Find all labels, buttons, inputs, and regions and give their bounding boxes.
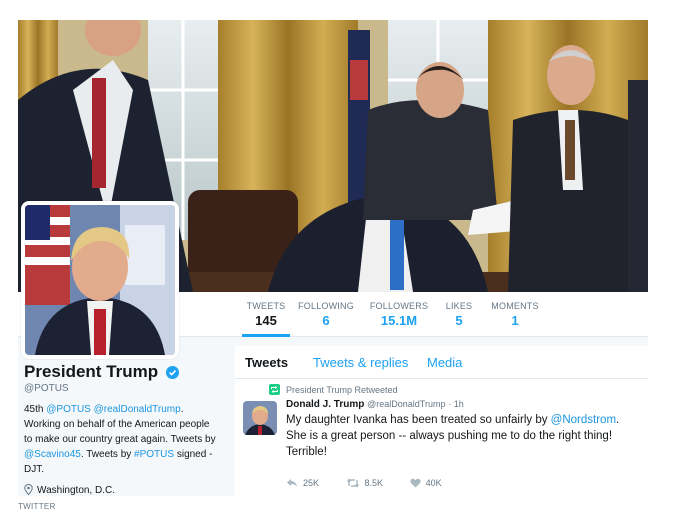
image-caption: TWITTER [18,502,56,511]
bio-hashtag-potus[interactable]: #POTUS [134,449,174,460]
location-text: Washington, D.C. [37,485,115,496]
nav-moments-label: MOMENTS [491,301,539,311]
tweet-item[interactable]: President Trump Retweeted Donald J. Trum… [235,379,648,496]
tab-tweets[interactable]: Tweets [245,355,288,370]
retweet-icon [346,478,359,488]
nav-likes-label: LIKES [445,301,473,311]
nav-following-value: 6 [322,313,330,328]
reply-count: 25K [303,478,320,488]
retweet-icon [269,384,280,395]
nav-following[interactable]: FOLLOWING 6 [298,292,354,336]
tab-media[interactable]: Media [427,355,462,370]
profile-card: President Trump @POTUS 45th @POTUS @real… [24,362,220,496]
verified-badge-icon [165,365,179,379]
retweeted-by-label: President Trump Retweeted [286,385,398,395]
tweet-author-name[interactable]: Donald J. Trump [286,399,364,410]
nav-moments[interactable]: MOMENTS 1 [490,292,540,336]
tweet-author-handle[interactable]: @realDonaldTrump [367,399,445,409]
nav-tweets-value: 145 [255,313,277,328]
nav-followers[interactable]: FOLLOWERS 15.1M [369,292,429,336]
tweet-author-avatar[interactable] [243,401,277,435]
like-count: 40K [425,478,442,488]
bio-text: . Tweets by [80,449,135,460]
active-tab-underline [242,334,290,337]
reply-action[interactable]: 25K [286,478,319,488]
timeline: Tweets Tweets & replies Media President … [235,346,648,496]
nav-followers-label: FOLLOWERS [369,301,429,311]
tweet-actions: 25K 8.5K 40K [286,478,466,488]
profile-location: Washington, D.C. [24,483,220,496]
profile-avatar[interactable] [21,201,179,359]
tweet-header: Donald J. Trump @realDonaldTrump · 1h [286,399,464,410]
reply-icon [287,479,297,487]
retweet-count: 8.5K [364,478,384,488]
profile-bio: 45th @POTUS @realDonaldTrump. Working on… [24,402,220,477]
nav-likes[interactable]: LIKES 5 [443,292,475,336]
bio-mention-potus[interactable]: @POTUS [46,404,91,415]
like-action[interactable]: 40K [409,478,442,488]
heart-icon [409,478,421,488]
profile-handle: @POTUS [24,383,69,394]
nav-following-label: FOLLOWING [298,301,354,311]
nav-tweets[interactable]: TWEETS 145 [242,292,290,337]
timeline-tabs: Tweets Tweets & replies Media [235,346,648,379]
tweet-text: My daughter Ivanka has been treated so u… [286,412,636,460]
profile-name[interactable]: President Trump [24,362,158,382]
bio-mention-scavino45[interactable]: @Scavino45 [24,449,81,460]
bio-mention-realdonaldtrump[interactable]: @realDonaldTrump [94,404,181,415]
nav-likes-value: 5 [455,313,463,328]
tweet-mention-nordstrom[interactable]: @Nordstrom [551,414,616,426]
nav-tweets-label: TWEETS [246,301,286,311]
nav-moments-value: 1 [511,313,519,328]
twitter-profile-frame: TWEETS 145 FOLLOWING 6 FOLLOWERS 15.1M L… [18,20,648,496]
tab-tweets-replies[interactable]: Tweets & replies [313,355,408,370]
tweet-text-part: My daughter Ivanka has been treated so u… [286,414,551,426]
nav-followers-value: 15.1M [380,313,418,328]
bio-text: 45th [24,404,47,415]
retweet-action[interactable]: 8.5K [346,478,384,488]
location-pin-icon [24,483,33,496]
tweet-timestamp[interactable]: · 1h [448,399,464,409]
